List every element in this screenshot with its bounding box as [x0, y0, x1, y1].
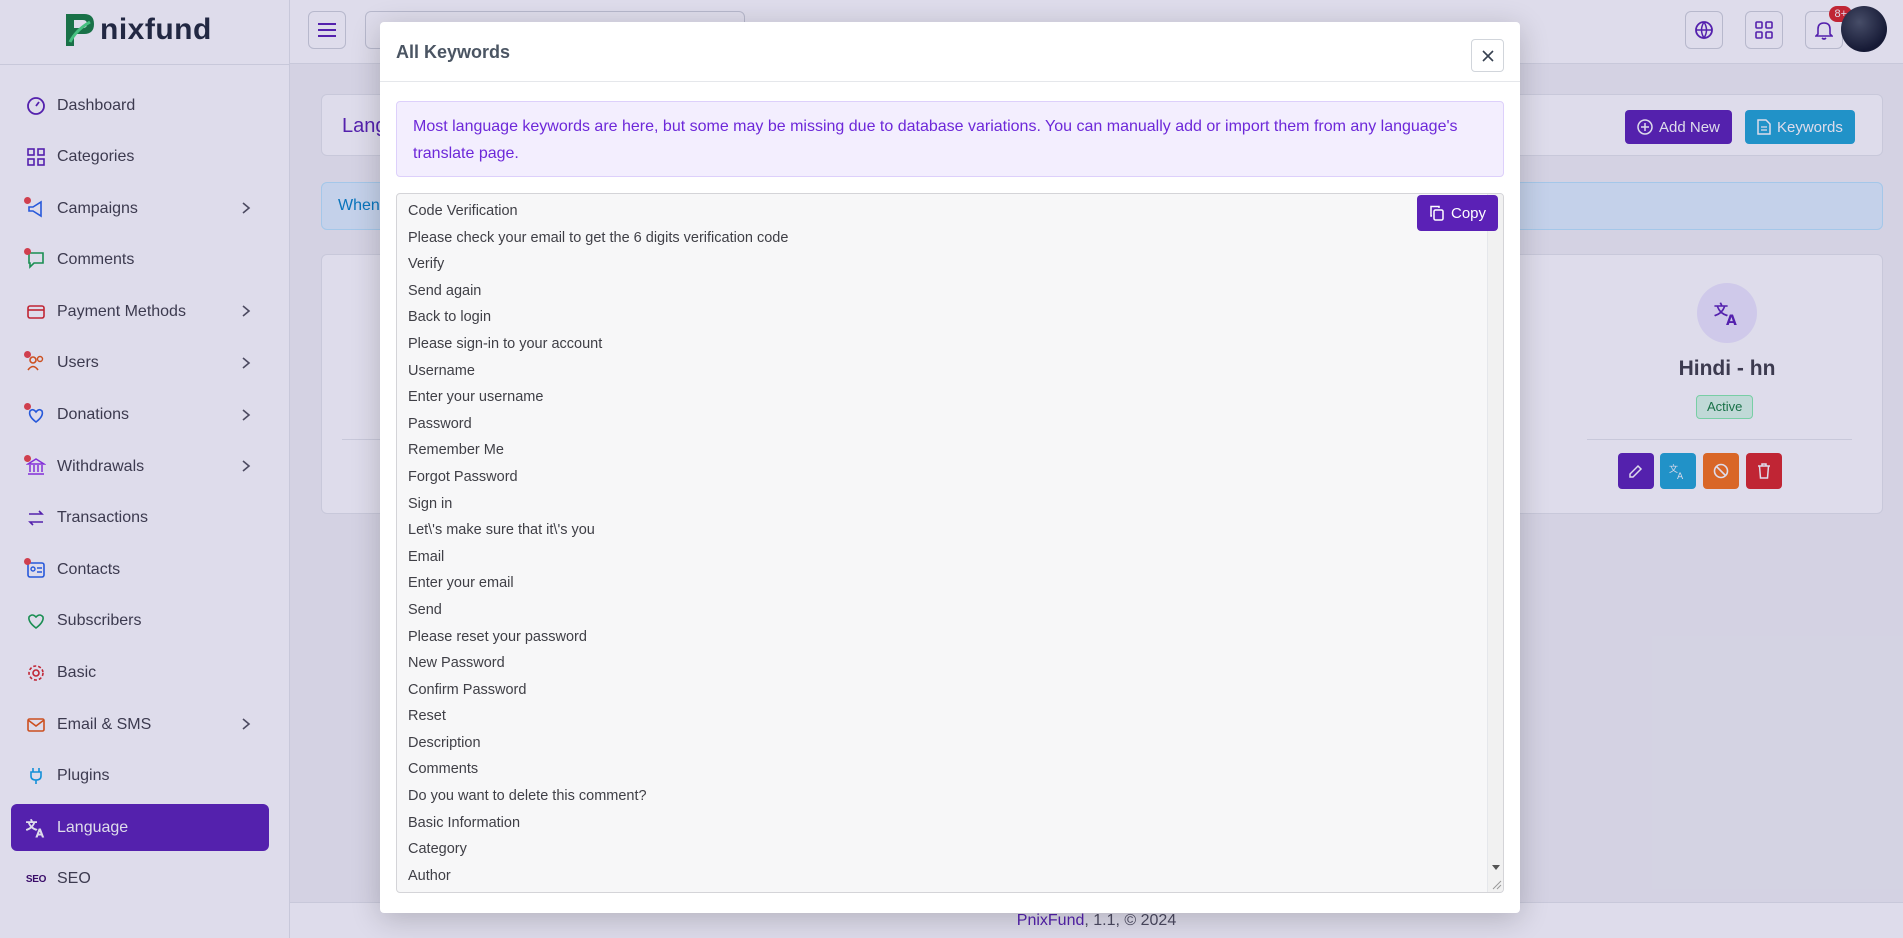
modal-header: All Keywords: [380, 22, 1520, 82]
resize-grip-icon[interactable]: [1490, 878, 1502, 890]
keyword-line: Description: [408, 734, 481, 751]
keyword-line: Category: [408, 841, 467, 858]
keyword-line: Please reset your password: [408, 628, 587, 645]
keyword-line: Author: [408, 867, 451, 884]
keyword-line: Do you want to delete this comment?: [408, 788, 647, 805]
keyword-line: Please sign-in to your account: [408, 335, 603, 352]
keyword-line: Basic Information: [408, 814, 521, 831]
keyword-line: Comments: [408, 761, 479, 778]
keyword-line: Sign in: [408, 495, 453, 512]
close-icon: [1481, 49, 1494, 62]
copy-label: Copy: [1451, 204, 1487, 222]
keyword-line: Password: [408, 415, 472, 432]
keyword-line: Email: [408, 548, 445, 565]
keyword-line: New Password: [408, 655, 505, 672]
keywords-list: Code Verification Please check your email…: [408, 198, 788, 889]
modal-title: All Keywords: [396, 42, 511, 62]
keyword-line: Send: [408, 601, 442, 618]
keywords-notice: Most language keywords are here, but som…: [396, 101, 1504, 177]
scroll-down-arrow-icon[interactable]: [1492, 865, 1500, 870]
keyword-line: Reset: [408, 708, 446, 725]
keyword-line: Forgot Password: [408, 468, 518, 485]
keyword-line: Please check your email to get the 6 dig…: [408, 229, 789, 246]
keywords-modal: All Keywords Most language keywords are …: [380, 22, 1520, 913]
keyword-line: Enter your email: [408, 575, 514, 592]
keyword-line: Code Verification: [408, 203, 518, 219]
keyword-line: Verify: [408, 256, 445, 273]
keyword-line: Enter your username: [408, 389, 544, 406]
keyword-line: Confirm Password: [408, 681, 527, 698]
copy-icon: [1430, 205, 1444, 221]
keywords-textarea[interactable]: Code Verification Please check your email…: [396, 193, 1504, 893]
keyword-line: Username: [408, 362, 475, 379]
close-button[interactable]: [1471, 39, 1504, 72]
keyword-line: Remember Me: [408, 442, 504, 459]
keyword-line: Send again: [408, 282, 482, 299]
keyword-line: Back to login: [408, 309, 492, 326]
scrollbar[interactable]: [1487, 194, 1503, 892]
copy-button[interactable]: Copy: [1417, 195, 1499, 231]
keyword-line: Let\'s make sure that it\'s you: [408, 522, 595, 539]
